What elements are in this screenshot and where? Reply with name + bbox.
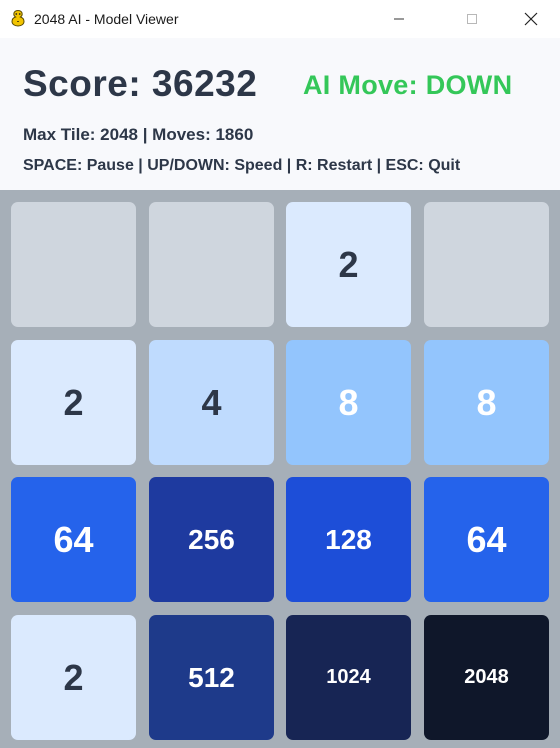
tile-512: 512 [149,615,274,740]
tile-2: 2 [286,202,411,327]
ai-move-label: AI Move: DOWN [303,70,513,100]
tile-8: 8 [286,340,411,465]
close-button[interactable] [508,0,554,38]
score-label: Score: 36232 [23,63,258,104]
controls-help-label: SPACE: Pause | UP/DOWN: Speed | R: Resta… [23,157,461,174]
maximize-icon [466,13,478,25]
maximize-button[interactable] [449,0,495,38]
tile-empty [11,202,136,327]
tile-256: 256 [149,477,274,602]
tile-128: 128 [286,477,411,602]
tile-8: 8 [424,340,549,465]
tile-64: 64 [424,477,549,602]
tile-2: 2 [11,340,136,465]
game-board: 2 2 4 8 8 64 256 128 64 2 512 1024 2048 [0,190,560,748]
title-bar[interactable]: 2048 AI - Model Viewer [0,0,560,38]
minimize-icon [393,13,405,25]
tile-2: 2 [11,615,136,740]
stats-label: Max Tile: 2048 | Moves: 1860 [23,125,254,144]
pygame-snake-icon [9,9,27,27]
tile-2048: 2048 [424,615,549,740]
app-window: 2048 AI - Model Viewer Score: 36232 AI M… [0,0,560,748]
close-icon [524,12,538,26]
window-title: 2048 AI - Model Viewer [34,11,179,27]
tile-4: 4 [149,340,274,465]
score-panel: Score: 36232 AI Move: DOWN Max Tile: 204… [0,38,560,190]
tile-1024: 1024 [286,615,411,740]
minimize-button[interactable] [376,0,422,38]
tile-empty [149,202,274,327]
tile-64: 64 [11,477,136,602]
tile-empty [424,202,549,327]
